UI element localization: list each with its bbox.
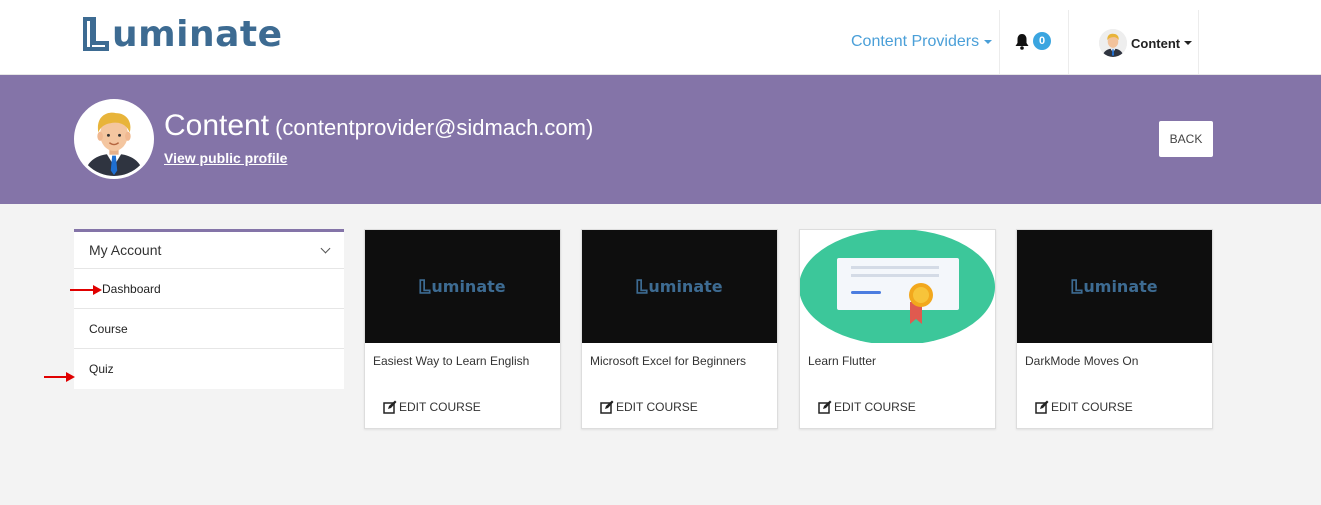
course-card[interactable]: uminate Easiest Way to Learn English EDI… bbox=[364, 229, 561, 429]
course-thumbnail: uminate bbox=[365, 230, 560, 343]
edit-course-button[interactable]: EDIT COURSE bbox=[1035, 400, 1133, 414]
logo-text: uminate bbox=[112, 13, 283, 55]
sidebar-item-label: Quiz bbox=[89, 362, 114, 376]
top-navbar: uminate Content Providers 0 Content bbox=[0, 0, 1321, 75]
chevron-down-icon bbox=[320, 243, 331, 253]
profile-email: (contentprovider@sidmach.com) bbox=[275, 115, 594, 140]
luminate-logo[interactable]: uminate bbox=[82, 12, 283, 56]
edit-icon bbox=[383, 400, 397, 414]
notification-count-badge: 0 bbox=[1033, 32, 1051, 50]
sidebar-item-quiz[interactable]: Quiz bbox=[74, 349, 344, 389]
certificate-icon bbox=[800, 230, 995, 343]
edit-course-button[interactable]: EDIT COURSE bbox=[818, 400, 916, 414]
my-account-toggle[interactable]: My Account bbox=[74, 232, 344, 269]
edit-icon bbox=[1035, 400, 1049, 414]
back-button[interactable]: BACK bbox=[1159, 121, 1213, 157]
my-account-heading: My Account bbox=[89, 242, 162, 258]
nav-divider bbox=[999, 10, 1000, 74]
course-card[interactable]: uminate Microsoft Excel for Beginners ED… bbox=[581, 229, 778, 429]
profile-display-name: Content bbox=[164, 109, 270, 142]
edit-course-label: EDIT COURSE bbox=[1051, 400, 1133, 414]
caret-down-icon bbox=[1184, 41, 1193, 45]
luminate-logo: uminate bbox=[419, 277, 506, 296]
luminate-logo: uminate bbox=[1071, 277, 1158, 296]
annotation-arrow-icon bbox=[70, 285, 103, 295]
sidebar-item-dashboard[interactable]: Dashboard bbox=[74, 269, 344, 309]
course-title: Easiest Way to Learn English bbox=[373, 354, 530, 368]
edit-course-button[interactable]: EDIT COURSE bbox=[383, 400, 481, 414]
user-menu-label: Content bbox=[1131, 35, 1181, 51]
edit-course-button[interactable]: EDIT COURSE bbox=[600, 400, 698, 414]
content-providers-label: Content Providers bbox=[851, 33, 980, 50]
course-card[interactable]: uminate DarkMode Moves On EDIT COURSE bbox=[1016, 229, 1213, 429]
course-thumbnail: uminate bbox=[1017, 230, 1212, 343]
course-thumbnail: uminate bbox=[582, 230, 777, 343]
sidebar-item-course[interactable]: Course bbox=[74, 309, 344, 349]
profile-avatar bbox=[74, 99, 154, 179]
user-menu-dropdown[interactable]: Content bbox=[1099, 29, 1193, 57]
course-title: DarkMode Moves On bbox=[1025, 354, 1139, 368]
view-public-profile-link[interactable]: View public profile bbox=[164, 150, 287, 166]
course-thumbnail bbox=[800, 230, 995, 343]
edit-icon bbox=[600, 400, 614, 414]
edit-icon bbox=[818, 400, 832, 414]
course-title: Microsoft Excel for Beginners bbox=[590, 354, 747, 368]
notifications-button[interactable]: 0 bbox=[1014, 32, 1051, 50]
annotation-arrow-icon bbox=[44, 372, 76, 382]
course-title: Learn Flutter bbox=[808, 354, 877, 368]
nav-divider bbox=[1198, 10, 1199, 74]
bell-icon bbox=[1015, 33, 1029, 50]
luminate-logo: uminate bbox=[636, 277, 723, 296]
user-avatar bbox=[1099, 29, 1127, 57]
account-sidebar: My Account Dashboard Course Quiz bbox=[74, 229, 344, 389]
caret-down-icon bbox=[984, 40, 993, 44]
sidebar-item-label: Course bbox=[89, 321, 128, 336]
profile-banner: Content (contentprovider@sidmach.com) Vie… bbox=[0, 75, 1321, 204]
content-providers-dropdown[interactable]: Content Providers bbox=[851, 33, 993, 51]
profile-name: Content (contentprovider@sidmach.com) bbox=[164, 109, 593, 143]
edit-course-label: EDIT COURSE bbox=[834, 400, 916, 414]
sidebar-item-label: Dashboard bbox=[102, 281, 161, 296]
course-card[interactable]: Learn Flutter EDIT COURSE bbox=[799, 229, 996, 429]
edit-course-label: EDIT COURSE bbox=[616, 400, 698, 414]
edit-course-label: EDIT COURSE bbox=[399, 400, 481, 414]
nav-divider bbox=[1068, 10, 1069, 74]
logo-l-icon bbox=[83, 17, 109, 51]
